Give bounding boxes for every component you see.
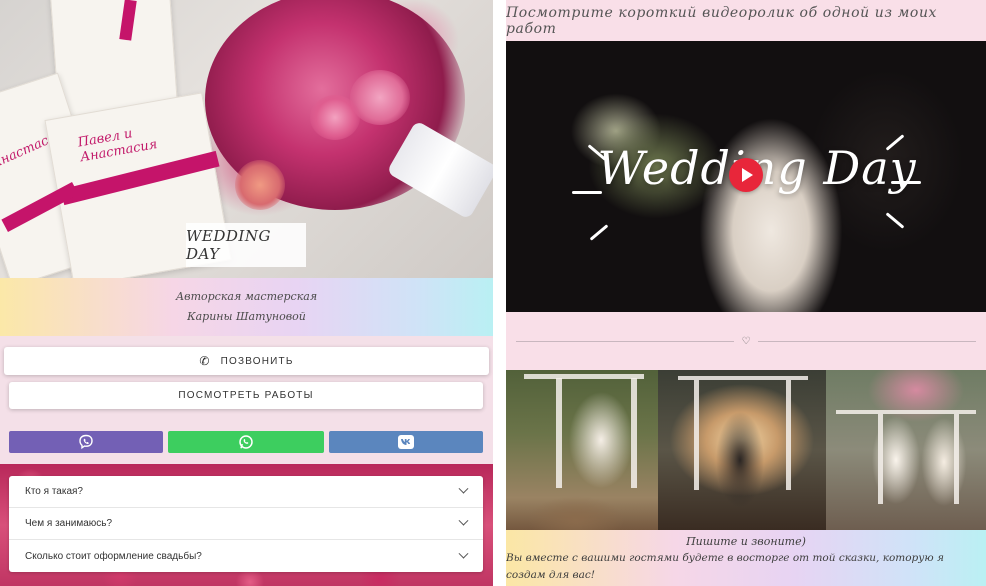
vk-icon: [398, 435, 414, 449]
call-button[interactable]: ✆ позвонить: [4, 347, 489, 375]
wedding-day-badge: WEDDING DAY: [186, 223, 306, 267]
section-divider: ♡: [506, 312, 986, 370]
faq-question: Чем я занимаюсь?: [25, 518, 113, 529]
pergola: [556, 378, 562, 488]
chevron-down-icon: [458, 548, 469, 559]
sparkle-stroke: [891, 181, 921, 184]
whatsapp-icon: [239, 435, 253, 449]
hero-photo: Анастасия Павел и Анастасия WEDDING DAY: [0, 0, 493, 278]
photo-gallery: [506, 370, 986, 530]
video-heading: Посмотрите короткий видеоролик об одной …: [506, 4, 938, 37]
pergola: [954, 414, 959, 504]
sparkle-stroke: [572, 191, 602, 194]
rose: [310, 95, 360, 140]
pergola: [631, 378, 637, 488]
action-buttons: ✆ позвонить посмотреть работы: [0, 336, 493, 464]
call-button-label: позвонить: [220, 355, 294, 367]
contact-banner: Пишите и звоните) Вы вместе с вашими гос…: [506, 530, 986, 586]
play-icon: [742, 168, 753, 182]
sparkle-stroke: [589, 224, 609, 241]
divider-line: [515, 340, 734, 342]
viber-button[interactable]: [9, 431, 163, 453]
viber-icon: [79, 434, 93, 450]
whatsapp-button[interactable]: [168, 431, 324, 453]
faq-item[interactable]: Сколько стоит оформление свадьбы?: [9, 540, 483, 572]
pergola: [878, 414, 883, 504]
faq-section: Кто я такая? Чем я занимаюсь? Сколько ст…: [0, 464, 493, 586]
faq-item[interactable]: Чем я занимаюсь?: [9, 508, 483, 540]
view-works-label: посмотреть работы: [178, 390, 314, 401]
faq-question: Кто я такая?: [25, 486, 83, 497]
vk-button[interactable]: [329, 431, 483, 453]
studio-line-1: Авторская мастерская: [175, 290, 318, 303]
video-player[interactable]: Wedding Day: [506, 41, 986, 312]
rose: [235, 160, 285, 210]
gallery-photo[interactable]: [658, 370, 826, 530]
view-works-button[interactable]: посмотреть работы: [9, 382, 483, 409]
gallery-photo[interactable]: [826, 370, 986, 530]
phone-icon: ✆: [199, 354, 211, 368]
faq-question: Сколько стоит оформление свадьбы?: [25, 550, 202, 562]
gallery-photo[interactable]: [506, 370, 658, 530]
faq-accordion: Кто я такая? Чем я занимаюсь? Сколько ст…: [9, 476, 483, 572]
pergola: [786, 380, 791, 490]
pergola: [524, 374, 644, 379]
divider-line: [758, 340, 977, 342]
studio-line-2: Карины Шатуновой: [187, 310, 306, 323]
faq-item[interactable]: Кто я такая?: [9, 476, 483, 508]
play-button[interactable]: [729, 158, 763, 192]
studio-banner: Авторская мастерская Карины Шатуновой: [0, 278, 493, 336]
left-panel: Анастасия Павел и Анастасия WEDDING DAY …: [0, 0, 493, 586]
chevron-down-icon: [458, 515, 469, 526]
heart-icon: ♡: [741, 335, 751, 347]
chevron-down-icon: [458, 483, 469, 494]
right-panel: Посмотрите короткий видеоролик об одной …: [506, 0, 986, 586]
contact-body: Вы вместе с вашими гостями будете в вост…: [506, 551, 944, 581]
pergola: [694, 380, 699, 490]
sparkle-stroke: [885, 212, 905, 229]
contact-title: Пишите и звоните): [686, 534, 806, 548]
